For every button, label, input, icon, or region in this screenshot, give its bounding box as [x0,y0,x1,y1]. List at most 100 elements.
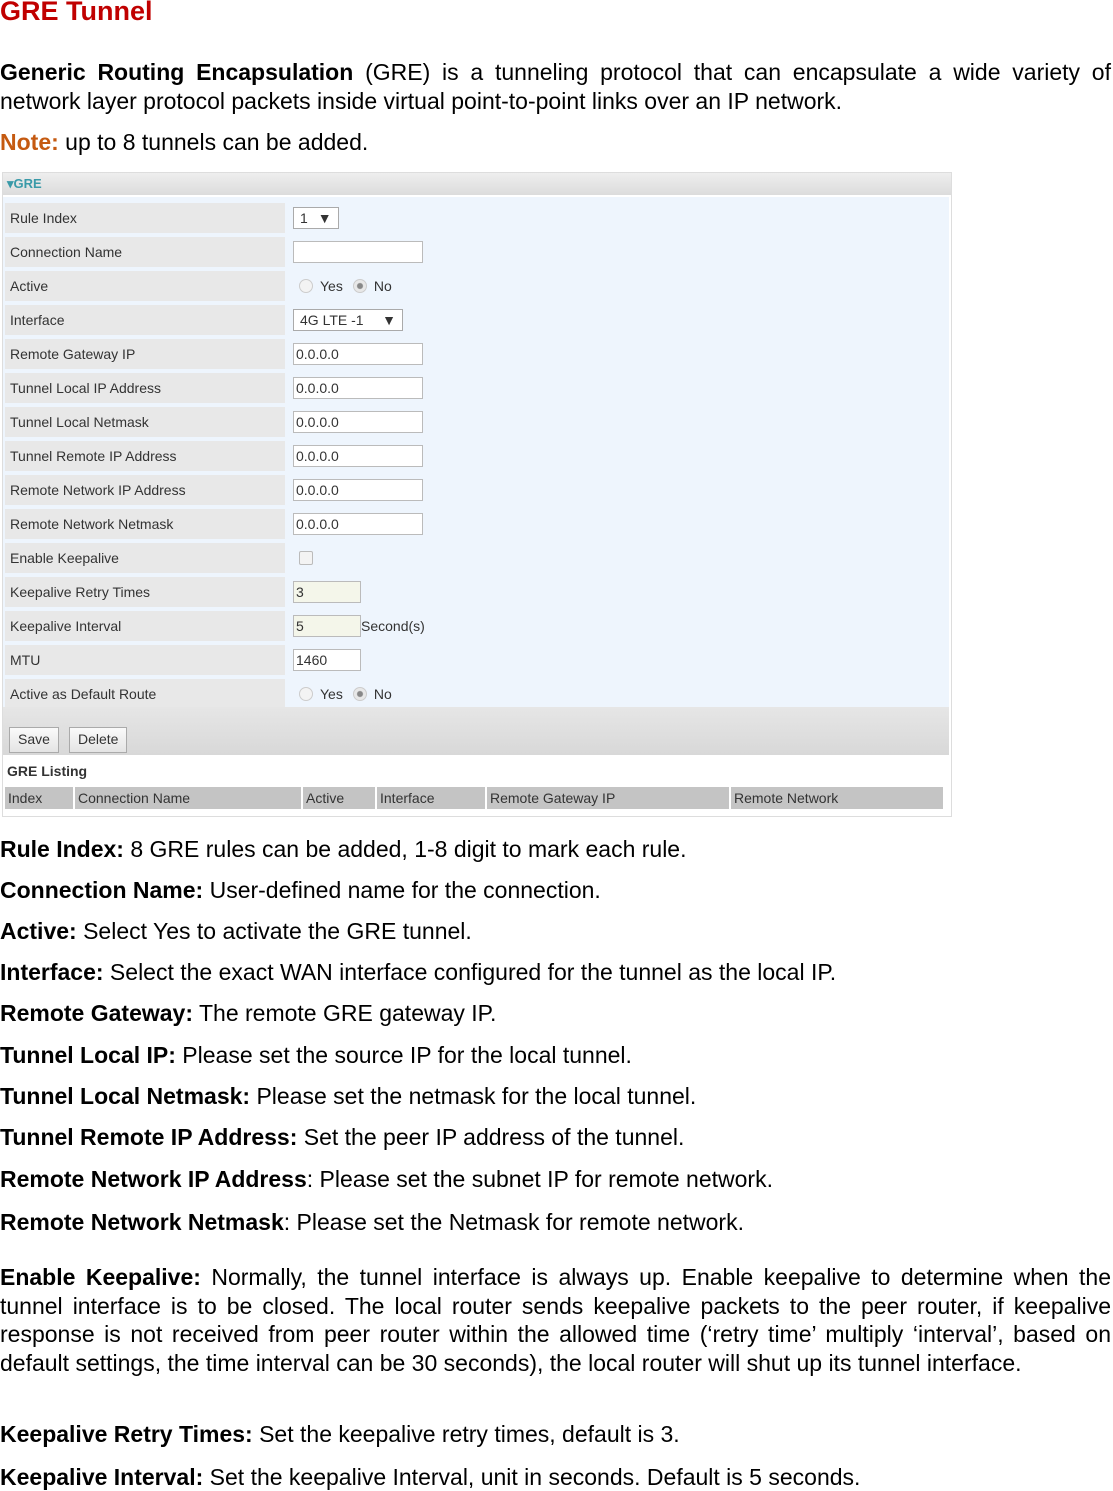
tunnel-local-ip-input[interactable]: 0.0.0.0 [293,377,423,399]
description-text: Select Yes to activate the GRE tunnel. [76,918,472,944]
description-term: Tunnel Local IP: [0,1042,176,1068]
radio-label: Yes [320,686,343,702]
description-item: Interface: Select the exact WAN interfac… [0,958,836,986]
row-tunnel-local-netmask: Tunnel Local Netmask 0.0.0.0 [5,407,949,437]
description-item: Remote Network Netmask: Please set the N… [0,1208,744,1236]
description-term: Enable Keepalive: [0,1264,201,1290]
interface-select[interactable]: 4G LTE -1 ▼ [293,309,403,331]
note-paragraph: Note: up to 8 tunnels can be added. [0,128,1111,157]
button-bar: Save Delete [3,707,949,755]
description-term: Tunnel Local Netmask: [0,1083,251,1109]
default-route-no-radio[interactable] [352,687,367,701]
mtu-input[interactable]: 1460 [293,649,361,671]
description-term: Remote Gateway: [0,1000,194,1026]
select-value: 1 [300,210,308,226]
description-term: Connection Name: [0,877,204,903]
column-header: Index [5,787,73,809]
remote-network-netmask-input[interactable]: 0.0.0.0 [293,513,423,535]
description-term: Remote Network Netmask [0,1209,284,1235]
note-text: up to 8 tunnels can be added. [58,129,369,155]
dropdown-arrow-icon: ▼ [317,210,332,226]
remote-network-ip-input[interactable]: 0.0.0.0 [293,479,423,501]
description-item: Enable Keepalive: Normally, the tunnel i… [0,1263,1111,1377]
label: Keepalive Interval [5,611,285,641]
row-default-route: Active as Default Route Yes No [5,679,949,709]
intro-term: Generic Routing Encapsulation [0,59,354,85]
description-item: Rule Index: 8 GRE rules can be added, 1-… [0,835,687,863]
radio-label: No [373,278,392,294]
column-header: Connection Name [75,787,301,809]
remote-gateway-ip-input[interactable]: 0.0.0.0 [293,343,423,365]
description-term: Interface: [0,959,104,985]
label: Tunnel Local Netmask [5,407,285,437]
keepalive-interval-input[interactable]: 5 [293,615,361,637]
description-term: Active: [0,918,77,944]
label: Enable Keepalive [5,543,285,573]
label: Rule Index [5,203,285,233]
row-remote-network-netmask: Remote Network Netmask 0.0.0.0 [5,509,949,539]
description-term: Tunnel Remote IP Address: [0,1124,298,1150]
description-item: Keepalive Retry Times: Set the keepalive… [0,1420,680,1448]
description-item: Remote Gateway: The remote GRE gateway I… [0,999,496,1027]
tunnel-local-netmask-input[interactable]: 0.0.0.0 [293,411,423,433]
description-term: Remote Network IP Address [0,1166,307,1192]
label: Remote Gateway IP [5,339,285,369]
delete-button[interactable]: Delete [69,727,128,753]
row-tunnel-local-ip: Tunnel Local IP Address 0.0.0.0 [5,373,949,403]
description-text: Set the peer IP address of the tunnel. [297,1124,685,1150]
column-header: Active [303,787,375,809]
description-item: Tunnel Remote IP Address: Set the peer I… [0,1123,684,1151]
description-text: Set the keepalive Interval, unit in seco… [203,1464,861,1490]
default-route-yes-radio[interactable] [299,687,313,701]
gre-panel: ▾GRE Rule Index 1 ▼ Connection Name Active… [2,172,952,817]
description-text: : Please set the Netmask for remote netw… [283,1209,744,1235]
description-text: 8 GRE rules can be added, 1-8 digit to m… [123,836,687,862]
tunnel-remote-ip-input[interactable]: 0.0.0.0 [293,445,423,467]
column-header: Remote Gateway IP [487,787,729,809]
column-header: Interface [377,787,485,809]
radio-label: No [373,686,392,702]
label: Active as Default Route [5,679,285,709]
description-term: Keepalive Interval: [0,1464,204,1490]
description-term: Keepalive Retry Times: [0,1421,253,1447]
description-item: Remote Network IP Address: Please set th… [0,1165,773,1193]
description-text: Please set the source IP for the local t… [175,1042,632,1068]
label: Remote Network IP Address [5,475,285,505]
label: MTU [5,645,285,675]
label: Active [5,271,285,301]
gre-header-label: GRE [13,176,42,191]
label: Tunnel Local IP Address [5,373,285,403]
select-value: 4G LTE -1 [300,312,364,328]
row-connection-name: Connection Name [5,237,949,267]
label: Tunnel Remote IP Address [5,441,285,471]
description-text: Please set the netmask for the local tun… [250,1083,697,1109]
description-text: User-defined name for the connection. [203,877,601,903]
gre-listing-header: Index Connection Name Active Interface R… [5,787,943,809]
radio-label: Yes [320,278,343,294]
description-item: Tunnel Local Netmask: Please set the net… [0,1082,696,1110]
row-tunnel-remote-ip: Tunnel Remote IP Address 0.0.0.0 [5,441,949,471]
save-button[interactable]: Save [9,727,59,753]
rule-index-select[interactable]: 1 ▼ [293,207,339,229]
description-text: : Please set the subnet IP for remote ne… [306,1166,773,1192]
active-yes-radio[interactable] [299,279,313,293]
row-interface: Interface 4G LTE -1 ▼ [5,305,949,335]
gre-section-header[interactable]: ▾GRE [3,173,951,195]
page-title: GRE Tunnel [0,0,153,26]
row-keepalive-interval: Keepalive Interval 5 Second(s) [5,611,949,641]
connection-name-input[interactable] [293,241,423,263]
label: Interface [5,305,285,335]
row-mtu: MTU 1460 [5,645,949,675]
column-header: Remote Network [731,787,943,809]
row-enable-keepalive: Enable Keepalive [5,543,949,573]
label: Connection Name [5,237,285,267]
description-item: Active: Select Yes to activate the GRE t… [0,917,472,945]
enable-keepalive-checkbox[interactable] [299,551,313,565]
keepalive-retry-input[interactable]: 3 [293,581,361,603]
row-remote-network-ip: Remote Network IP Address 0.0.0.0 [5,475,949,505]
row-keepalive-retry: Keepalive Retry Times 3 [5,577,949,607]
description-item: Connection Name: User-defined name for t… [0,876,601,904]
intro-paragraph: Generic Routing Encapsulation (GRE) is a… [0,58,1111,116]
active-no-radio[interactable] [352,279,367,293]
unit-label: Second(s) [361,618,425,634]
